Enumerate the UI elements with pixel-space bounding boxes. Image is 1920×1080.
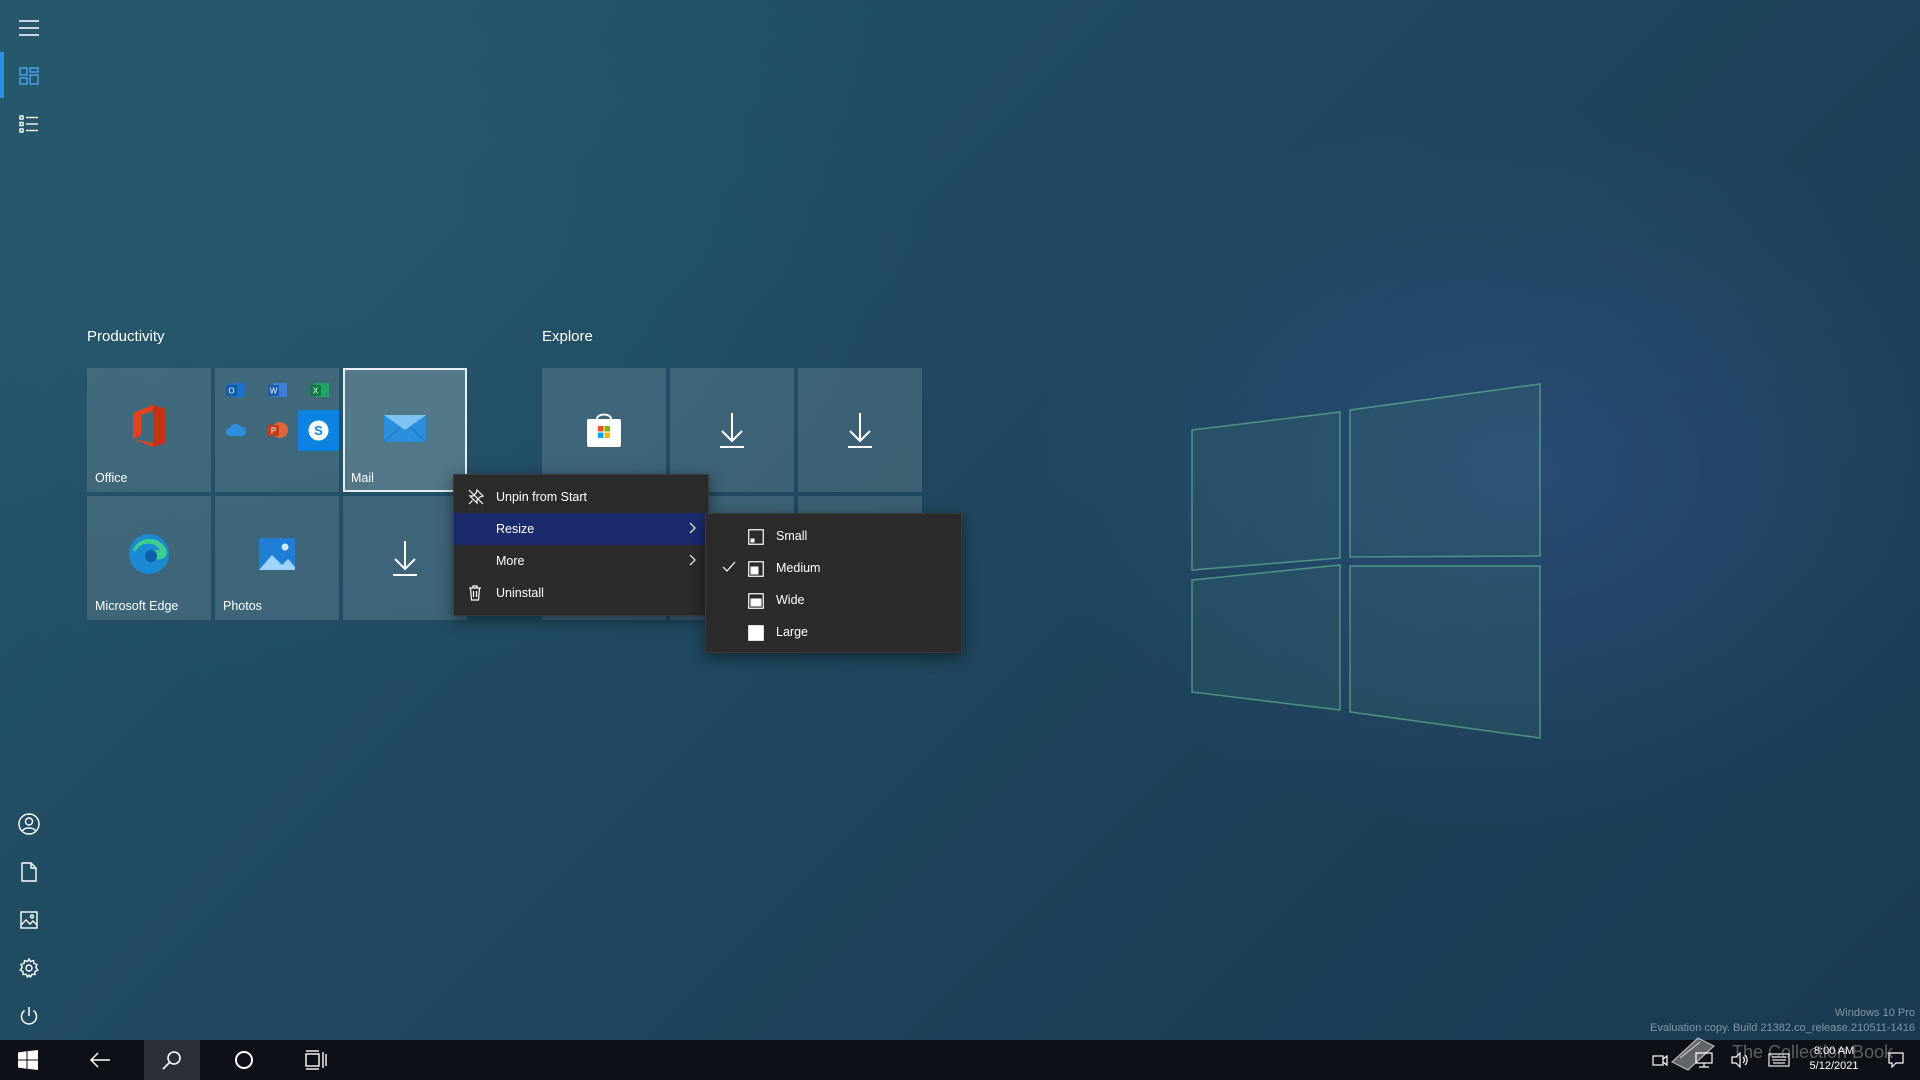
svg-text:P: P: [271, 427, 276, 436]
office-logo-icon: [133, 405, 165, 447]
user-icon: [18, 813, 40, 835]
skype-tile: S: [298, 410, 339, 451]
tile-office-apps-folder[interactable]: O W X P S: [215, 368, 339, 492]
powerpoint-icon: P: [268, 422, 288, 438]
resize-submenu: Small Medium Wide Large: [705, 513, 962, 653]
tile-label-photos: Photos: [223, 599, 262, 613]
documents-button[interactable]: [0, 848, 58, 896]
tile-context-menu: Unpin from Start Resize More Uninstall: [453, 474, 709, 616]
search-button[interactable]: [144, 1040, 200, 1080]
resize-option-small[interactable]: Small: [706, 520, 961, 552]
account-button[interactable]: [0, 800, 58, 848]
tile-downloading-explore-2[interactable]: [798, 368, 922, 492]
tile-label-mail: Mail: [351, 471, 374, 485]
picture-icon: [20, 911, 38, 929]
power-button[interactable]: [0, 992, 58, 1040]
tile-size-medium-icon: [748, 561, 764, 577]
group-title-productivity[interactable]: Productivity: [87, 328, 165, 345]
gear-icon: [19, 958, 39, 978]
tile-downloading-app[interactable]: [343, 496, 467, 620]
search-icon: [162, 1051, 181, 1070]
resize-option-medium[interactable]: Medium: [706, 552, 961, 584]
store-icon: [587, 413, 621, 447]
windows-start-icon: [18, 1050, 38, 1070]
photos-icon: [259, 538, 295, 570]
book-logo-icon: [1670, 1037, 1716, 1071]
resize-option-wide[interactable]: Wide: [706, 584, 961, 616]
hamburger-icon: [19, 20, 39, 36]
word-icon: W: [268, 383, 287, 397]
tile-office[interactable]: Office: [87, 368, 211, 492]
edge-icon: [129, 534, 169, 574]
menu-label-more: More: [496, 554, 525, 568]
cortana-icon: [235, 1051, 253, 1069]
taskbar: 8:00 AM 5/12/2021: [0, 1040, 1920, 1080]
pictures-button[interactable]: [0, 896, 58, 944]
onedrive-icon: [226, 423, 247, 436]
menu-item-uninstall[interactable]: Uninstall: [454, 577, 708, 609]
chevron-right-icon: [689, 522, 696, 534]
menu-label-resize: Resize: [496, 522, 535, 536]
back-arrow-icon: [90, 1052, 110, 1068]
tile-label-edge: Microsoft Edge: [95, 599, 179, 613]
svg-text:O: O: [228, 387, 234, 396]
tile-label-office: Office: [95, 471, 128, 485]
outlook-icon: O: [226, 383, 245, 397]
list-icon: [19, 115, 38, 133]
trash-icon: [469, 585, 481, 601]
download-arrow-icon: [848, 413, 872, 448]
windows-logo-wallpaper: [1191, 383, 1541, 739]
menu-item-unpin[interactable]: Unpin from Start: [454, 481, 708, 513]
pinned-tiles-button[interactable]: [0, 52, 58, 100]
resize-option-large[interactable]: Large: [706, 616, 961, 648]
download-arrow-icon: [393, 541, 417, 576]
checkmark-icon: [722, 561, 736, 572]
download-arrow-icon: [720, 413, 744, 448]
menu-label-unpin: Unpin from Start: [496, 490, 588, 504]
resize-label-small: Small: [776, 529, 808, 543]
svg-text:W: W: [270, 387, 278, 396]
collection-book-text: The Collection Book: [1732, 1042, 1894, 1062]
back-button[interactable]: [72, 1040, 128, 1080]
tile-size-wide-icon: [748, 593, 764, 609]
svg-text:S: S: [314, 423, 323, 438]
start-button[interactable]: [0, 1040, 56, 1080]
excel-icon: X: [310, 383, 329, 397]
skype-icon: S: [308, 420, 329, 441]
tile-size-small-icon: [748, 529, 764, 545]
menu-item-more[interactable]: More: [454, 545, 708, 577]
menu-item-resize[interactable]: Resize: [454, 513, 708, 545]
document-icon: [21, 862, 37, 882]
tile-photos[interactable]: Photos: [215, 496, 339, 620]
svg-text:X: X: [313, 387, 319, 396]
resize-label-wide: Wide: [776, 593, 805, 607]
mail-icon: [383, 415, 427, 443]
hamburger-menu-button[interactable]: [0, 4, 58, 52]
power-icon: [20, 1007, 38, 1025]
cortana-button[interactable]: [216, 1040, 272, 1080]
group-title-explore[interactable]: Explore: [542, 328, 593, 345]
all-apps-button[interactable]: [0, 100, 58, 148]
resize-label-large: Large: [776, 625, 808, 639]
task-view-icon: [305, 1050, 327, 1070]
task-view-button[interactable]: [288, 1040, 344, 1080]
tile-microsoft-edge[interactable]: Microsoft Edge: [87, 496, 211, 620]
menu-label-uninstall: Uninstall: [496, 586, 544, 600]
unpin-icon: [468, 489, 484, 505]
resize-label-medium: Medium: [776, 561, 821, 575]
watermark-edition: Windows 10 Pro: [1834, 1007, 1915, 1019]
settings-button[interactable]: [0, 944, 58, 992]
tiles-view-icon: [19, 67, 39, 85]
collection-book-watermark: The Collection Book: [1660, 1030, 1900, 1074]
tile-mail[interactable]: Mail: [343, 368, 467, 492]
tile-size-large-icon: [748, 625, 764, 641]
chevron-right-icon: [689, 554, 696, 566]
